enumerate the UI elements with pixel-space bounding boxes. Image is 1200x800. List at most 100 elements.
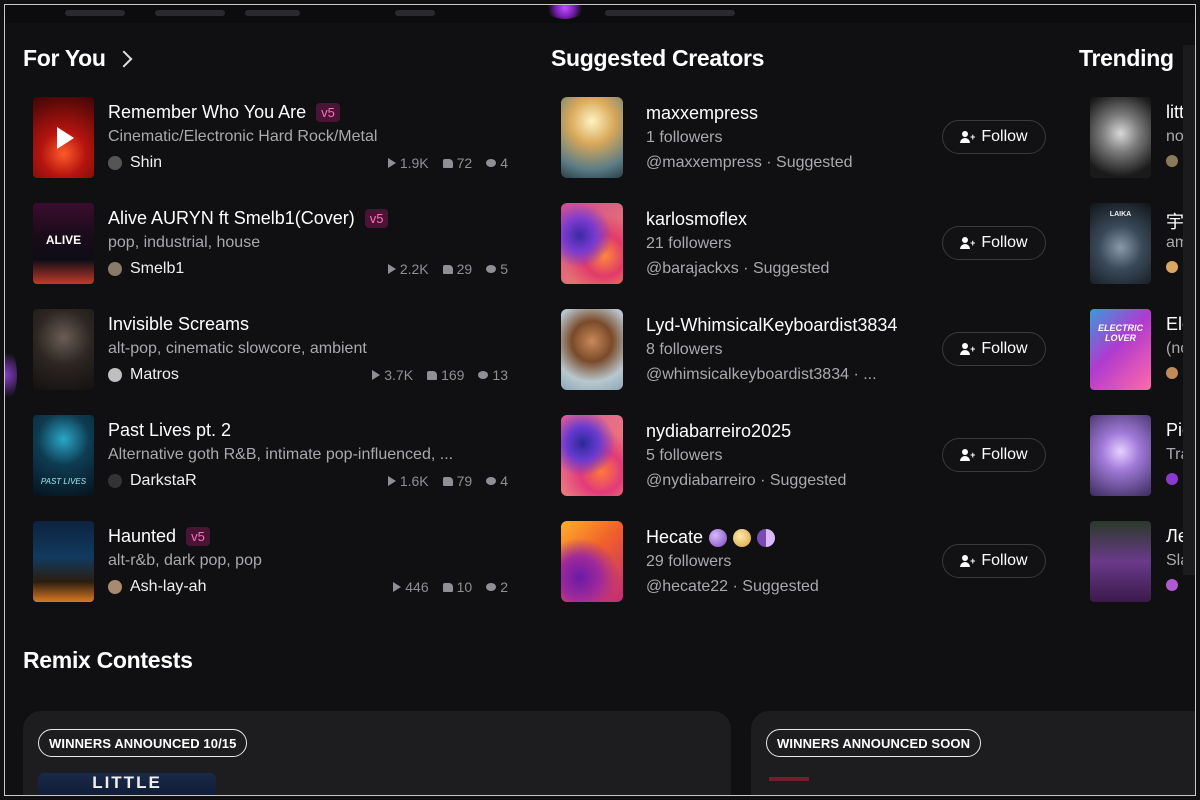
- like-count[interactable]: 10: [442, 579, 473, 595]
- song-title[interactable]: Remember Who You Are: [108, 102, 306, 123]
- author-name[interactable]: Matros: [130, 366, 179, 384]
- author-avatar: [108, 368, 122, 382]
- song-cover[interactable]: [33, 521, 94, 602]
- creator-avatar[interactable]: [561, 415, 623, 496]
- creator-avatar[interactable]: [561, 309, 623, 390]
- trending-cover[interactable]: LAIKA: [1090, 203, 1151, 284]
- trending-cover[interactable]: [1090, 521, 1151, 602]
- song-author[interactable]: Ash-lay-ah: [108, 578, 206, 596]
- follow-button[interactable]: + Follow: [942, 120, 1046, 154]
- trending-card[interactable]: litt nor: [1090, 97, 1195, 179]
- song-card[interactable]: Haunted v5 alt-r&b, dark pop, pop Ash-la…: [33, 521, 508, 603]
- song-title[interactable]: Invisible Screams: [108, 314, 249, 335]
- trending-cover[interactable]: [1090, 97, 1151, 178]
- contest-cover[interactable]: [769, 777, 809, 781]
- like-count[interactable]: 79: [442, 473, 473, 489]
- creator-name[interactable]: Lyd-WhimsicalKeyboardist3834: [646, 315, 897, 336]
- contest-card[interactable]: WINNERS ANNOUNCED SOON: [751, 711, 1195, 795]
- author-name[interactable]: Smelb1: [130, 260, 184, 278]
- song-stats: 1.6K 79 4: [387, 473, 508, 489]
- like-count[interactable]: 169: [427, 367, 464, 383]
- creator-avatar[interactable]: [561, 203, 623, 284]
- song-author[interactable]: Shin: [108, 154, 162, 172]
- trending-cover[interactable]: [1090, 415, 1151, 496]
- thumbs-up-icon: [442, 158, 453, 168]
- song-cover[interactable]: ALIVE: [33, 203, 94, 284]
- song-author[interactable]: Smelb1: [108, 260, 184, 278]
- song-author[interactable]: Matros: [108, 366, 179, 384]
- like-count-value: 10: [456, 579, 473, 595]
- play-count: 1.6K: [387, 473, 429, 489]
- song-genre: alt-r&b, dark pop, pop: [108, 552, 262, 569]
- song-cover[interactable]: [33, 97, 94, 178]
- comment-count[interactable]: 4: [486, 155, 508, 171]
- follow-label: Follow: [981, 552, 1028, 569]
- trending-cover[interactable]: ELECTRIC LOVER: [1090, 309, 1151, 390]
- creator-avatar[interactable]: [561, 521, 623, 602]
- creator-card[interactable]: karlosmoflex 21 followers @barajackxs · …: [561, 203, 1046, 285]
- nav-item-blur: [395, 10, 435, 16]
- comment-count-value: 5: [500, 261, 508, 277]
- creator-avatar[interactable]: [561, 97, 623, 178]
- creator-card[interactable]: maxxempress 1 followers @maxxempress · S…: [561, 97, 1046, 179]
- author-avatar: [108, 262, 122, 276]
- horizontal-scroll-edge[interactable]: [1183, 45, 1195, 575]
- like-count-value: 29: [456, 261, 473, 277]
- creator-name[interactable]: Hecate: [646, 527, 776, 548]
- contest-card[interactable]: WINNERS ANNOUNCED 10/15 LITTLE: [23, 711, 731, 795]
- song-title[interactable]: Past Lives pt. 2: [108, 420, 231, 441]
- creator-card[interactable]: Lyd-WhimsicalKeyboardist3834 8 followers…: [561, 309, 1046, 391]
- contest-cover[interactable]: LITTLE: [38, 773, 216, 795]
- trending-card[interactable]: Pic Tra: [1090, 415, 1195, 497]
- version-badge: v5: [364, 209, 389, 228]
- creator-name[interactable]: karlosmoflex: [646, 209, 747, 230]
- like-count-value: 79: [456, 473, 473, 489]
- comment-count[interactable]: 13: [478, 367, 508, 383]
- song-card[interactable]: Invisible Screams alt-pop, cinematic slo…: [33, 309, 508, 391]
- moon-emoji-icon: [757, 528, 776, 547]
- moon-emoji-icon: [709, 528, 728, 547]
- like-count[interactable]: 29: [442, 261, 473, 277]
- trending-header[interactable]: Trending: [1079, 45, 1174, 72]
- follow-button[interactable]: + Follow: [942, 438, 1046, 472]
- add-person-icon: +: [960, 555, 975, 567]
- song-card[interactable]: PAST LIVES Past Lives pt. 2 Alternative …: [33, 415, 508, 497]
- trending-card[interactable]: Ле Sla: [1090, 521, 1195, 603]
- song-title[interactable]: Alive AURYN ft Smelb1(Cover): [108, 208, 355, 229]
- add-person-icon: +: [960, 343, 975, 355]
- chevron-right-icon[interactable]: [115, 50, 133, 67]
- song-card[interactable]: ALIVE Alive AURYN ft Smelb1(Cover) v5 po…: [33, 203, 508, 285]
- follow-button[interactable]: + Follow: [942, 332, 1046, 366]
- comment-count[interactable]: 4: [486, 473, 508, 489]
- play-count: 1.9K: [387, 155, 429, 171]
- song-cover[interactable]: PAST LIVES: [33, 415, 94, 496]
- trending-card[interactable]: LAIKA 宇 am: [1090, 203, 1195, 285]
- creator-card[interactable]: Hecate 29 followers @hecate22 · Suggeste…: [561, 521, 1046, 603]
- follow-label: Follow: [981, 128, 1028, 145]
- for-you-header[interactable]: For You: [23, 45, 133, 72]
- cover-text: ALIVE: [45, 233, 82, 247]
- follow-button[interactable]: + Follow: [942, 226, 1046, 260]
- play-count-value: 446: [405, 579, 429, 595]
- author-name[interactable]: Ash-lay-ah: [130, 578, 206, 596]
- song-genre: alt-pop, cinematic slowcore, ambient: [108, 340, 367, 357]
- comment-count[interactable]: 2: [486, 579, 508, 595]
- comment-icon: [486, 583, 497, 591]
- creator-name[interactable]: maxxempress: [646, 103, 758, 124]
- trending-title[interactable]: litt: [1166, 102, 1184, 123]
- song-cover[interactable]: [33, 309, 94, 390]
- follow-button[interactable]: + Follow: [942, 544, 1046, 578]
- creator-name[interactable]: nydiabarreiro2025: [646, 421, 791, 442]
- like-count[interactable]: 72: [442, 155, 472, 171]
- song-title[interactable]: Haunted: [108, 526, 176, 547]
- trending-title[interactable]: 宇: [1166, 208, 1184, 234]
- like-count-value: 169: [441, 367, 465, 383]
- trending-card[interactable]: ELECTRIC LOVER Ele (no: [1090, 309, 1195, 391]
- author-name[interactable]: Shin: [130, 154, 162, 172]
- song-author[interactable]: DarkstaR: [108, 472, 197, 490]
- play-icon[interactable]: [33, 97, 94, 178]
- song-card[interactable]: Remember Who You Are v5 Cinematic/Electr…: [33, 97, 508, 179]
- creator-card[interactable]: nydiabarreiro2025 5 followers @nydiabarr…: [561, 415, 1046, 497]
- comment-count[interactable]: 5: [486, 261, 508, 277]
- author-name[interactable]: DarkstaR: [130, 472, 197, 490]
